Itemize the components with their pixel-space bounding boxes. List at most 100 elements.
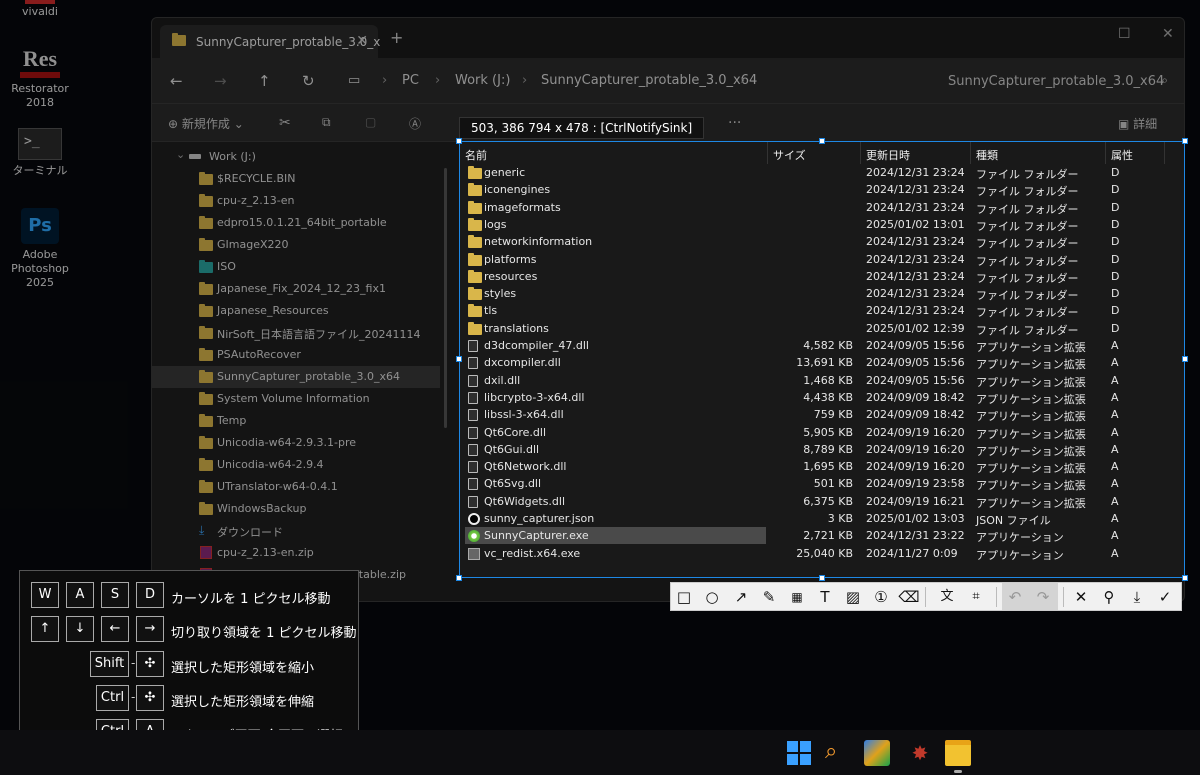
file-row[interactable]: dxil.dll 1,468 KB 2024/09/05 15:56 アプリケーション… — [460, 372, 1184, 389]
resize-handle-w[interactable] — [456, 356, 462, 362]
nav-item[interactable]: Japanese_Fix_2024_12_23_fix1 — [152, 278, 440, 300]
resize-handle-se[interactable] — [1182, 575, 1188, 581]
close-tab-icon[interactable]: ✕ — [356, 33, 368, 49]
chevron-down-icon[interactable]: ⌄ — [176, 148, 185, 161]
column-attr[interactable]: 属性 — [1111, 147, 1133, 163]
column-type[interactable]: 種類 — [976, 147, 998, 163]
file-row[interactable]: platforms 2024/12/31 23:24 ファイル フォルダー D — [460, 251, 1184, 268]
capture-selection[interactable]: 名前 サイズ 更新日時 種類 属性 generic 2024/12/31 23:2… — [459, 141, 1185, 578]
nav-scrollbar[interactable] — [444, 168, 447, 428]
nav-item[interactable]: ISO — [152, 256, 440, 278]
ellipse-icon[interactable]: ○ — [701, 586, 723, 608]
nav-item[interactable]: System Volume Information — [152, 388, 440, 410]
resize-handle-nw[interactable] — [456, 138, 462, 144]
nav-item[interactable]: edpro15.0.1.21_64bit_portable — [152, 212, 440, 234]
column-date[interactable]: 更新日時 — [866, 147, 910, 163]
resize-handle-e[interactable] — [1182, 356, 1188, 362]
nav-item[interactable]: Temp — [152, 410, 440, 432]
redo-icon[interactable]: ↷ — [1032, 586, 1054, 608]
image-icon[interactable]: ▨ — [842, 586, 864, 608]
rectangle-icon[interactable]: □ — [673, 586, 695, 608]
up-icon[interactable]: ↑ — [258, 72, 271, 90]
file-row[interactable]: vc_redist.x64.exe 25,040 KB 2024/11/27 0:0… — [460, 545, 1184, 562]
nav-item[interactable]: $RECYCLE.BIN — [152, 168, 440, 190]
text-icon[interactable]: T — [814, 586, 836, 608]
nav-item[interactable]: GImageX220 — [152, 234, 440, 256]
nav-item[interactable]: ⤓ ダウンロード — [152, 520, 440, 542]
arrow-icon[interactable]: ↗ — [730, 586, 752, 608]
refresh-icon[interactable]: ↻ — [302, 72, 315, 90]
file-row[interactable]: d3dcompiler_47.dll 4,582 KB 2024/09/05 15:… — [460, 337, 1184, 354]
nav-item[interactable]: cpu-z_2.13-en.zip — [152, 542, 440, 564]
file-row[interactable]: generic 2024/12/31 23:24 ファイル フォルダー D — [460, 164, 1184, 181]
tab-sunnycapturer[interactable]: SunnyCapturer_protable_3.0_x ✕ — [160, 25, 380, 58]
breadcrumb-drive[interactable]: Work (J:) — [455, 73, 510, 88]
column-name[interactable]: 名前 — [465, 147, 487, 163]
undo-icon[interactable]: ↶ — [1004, 586, 1026, 608]
resize-handle-ne[interactable] — [1182, 138, 1188, 144]
file-row[interactable]: sunny_capturer.json 3 KB 2025/01/02 13:03 J… — [460, 510, 1184, 527]
translate-icon[interactable]: 文 — [936, 586, 958, 608]
file-row[interactable]: dxcompiler.dll 13,691 KB 2024/09/05 15:56 ア… — [460, 354, 1184, 371]
file-row[interactable]: Qt6Widgets.dll 6,375 KB 2024/09/19 16:21 アプ… — [460, 493, 1184, 510]
nav-item[interactable]: ⌄ Work (J:) — [152, 146, 440, 168]
copy-icon[interactable]: ⧉ — [322, 115, 331, 130]
more-icon[interactable]: ··· — [728, 115, 741, 131]
file-row[interactable]: Qt6Gui.dll 8,789 KB 2024/09/19 16:20 アプリケーシ… — [460, 441, 1184, 458]
search-icon[interactable]: ⌕ — [825, 740, 851, 766]
nav-item[interactable]: NirSoft_日本語言語ファイル_20241114 — [152, 322, 440, 344]
new-button[interactable]: ⊕ 新規作成 ⌄ — [168, 115, 244, 132]
windows-start-icon[interactable] — [786, 740, 812, 766]
breadcrumb-folder[interactable]: SunnyCapturer_protable_3.0_x64 — [541, 73, 757, 88]
file-row[interactable]: logs 2025/01/02 13:01 ファイル フォルダー D — [460, 216, 1184, 233]
nav-item[interactable]: Unicodia-w64-2.9.3.1-pre — [152, 432, 440, 454]
nav-item[interactable]: Japanese_Resources — [152, 300, 440, 322]
confirm-icon[interactable]: ✓ — [1154, 586, 1176, 608]
desktop-icon-restorator[interactable]: Res Restorator 2018 — [0, 42, 82, 110]
desktop-icon-photoshop[interactable]: Ps Adobe Photoshop 2025 — [0, 208, 82, 290]
rename-icon[interactable]: Ⓐ — [409, 115, 421, 132]
save-icon[interactable]: ⤓ — [1126, 586, 1148, 608]
file-row[interactable]: resources 2024/12/31 23:24 ファイル フォルダー D — [460, 268, 1184, 285]
nav-item[interactable]: WindowsBackup — [152, 498, 440, 520]
nav-item[interactable]: SunnyCapturer_protable_3.0_x64 — [152, 366, 440, 388]
back-icon[interactable]: ← — [170, 72, 183, 90]
eraser-icon[interactable]: ⌫ — [898, 586, 920, 608]
file-row[interactable]: styles 2024/12/31 23:24 ファイル フォルダー D — [460, 285, 1184, 302]
close-window-icon[interactable]: ✕ — [1162, 26, 1174, 42]
restore-icon[interactable]: ☐ — [1118, 26, 1131, 42]
file-row[interactable]: Qt6Core.dll 5,905 KB 2024/09/19 16:20 アプリケー… — [460, 424, 1184, 441]
details-button[interactable]: ▣ 詳細 — [1118, 115, 1157, 132]
game-icon[interactable]: ✸ — [907, 740, 933, 766]
nav-item[interactable]: cpu-z_2.13-en — [152, 190, 440, 212]
resize-handle-sw[interactable] — [456, 575, 462, 581]
mosaic-icon[interactable]: ▦ — [786, 586, 808, 608]
file-explorer-icon[interactable] — [945, 740, 971, 766]
desktop-icon-vivaldi[interactable]: vivaldi — [0, 0, 82, 19]
column-size[interactable]: サイズ — [773, 147, 806, 163]
file-row[interactable]: tls 2024/12/31 23:24 ファイル フォルダー D — [460, 302, 1184, 319]
number-icon[interactable]: ① — [870, 586, 892, 608]
ocr-icon[interactable]: ⌗ — [965, 586, 987, 608]
resize-handle-n[interactable] — [819, 138, 825, 144]
pin-icon[interactable]: ⚲ — [1098, 586, 1120, 608]
pen-icon[interactable]: ✎ — [758, 586, 780, 608]
nav-item[interactable]: PSAutoRecover — [152, 344, 440, 366]
pc-icon[interactable]: ▭ — [348, 73, 360, 88]
file-row[interactable]: iconengines 2024/12/31 23:24 ファイル フォルダー D — [460, 181, 1184, 198]
file-row[interactable]: networkinformation 2024/12/31 23:24 ファイル フ… — [460, 233, 1184, 250]
new-tab-icon[interactable]: + — [390, 28, 403, 47]
file-row[interactable]: translations 2025/01/02 12:39 ファイル フォルダー D — [460, 320, 1184, 337]
file-row[interactable]: libcrypto-3-x64.dll 4,438 KB 2024/09/09 18… — [460, 389, 1184, 406]
resize-handle-s[interactable] — [819, 575, 825, 581]
nav-item[interactable]: Unicodia-w64-2.9.4 — [152, 454, 440, 476]
nav-item[interactable]: UTranslator-w64-0.4.1 — [152, 476, 440, 498]
desktop-icon-terminal[interactable]: >_ ターミナル — [0, 128, 82, 178]
search-input[interactable]: SunnyCapturer_protable_3.0_x64 ⌕ — [932, 66, 1180, 96]
app-icon[interactable] — [864, 740, 890, 766]
file-row[interactable]: SunnyCapturer.exe 2,721 KB 2024/12/31 23:2… — [460, 527, 1184, 545]
breadcrumb-pc[interactable]: PC — [402, 73, 419, 88]
file-row[interactable]: libssl-3-x64.dll 759 KB 2024/09/09 18:42 アプ… — [460, 406, 1184, 423]
cut-icon[interactable]: ✂ — [279, 115, 291, 131]
file-row[interactable]: Qt6Svg.dll 501 KB 2024/09/19 23:58 アプリケーション… — [460, 475, 1184, 492]
